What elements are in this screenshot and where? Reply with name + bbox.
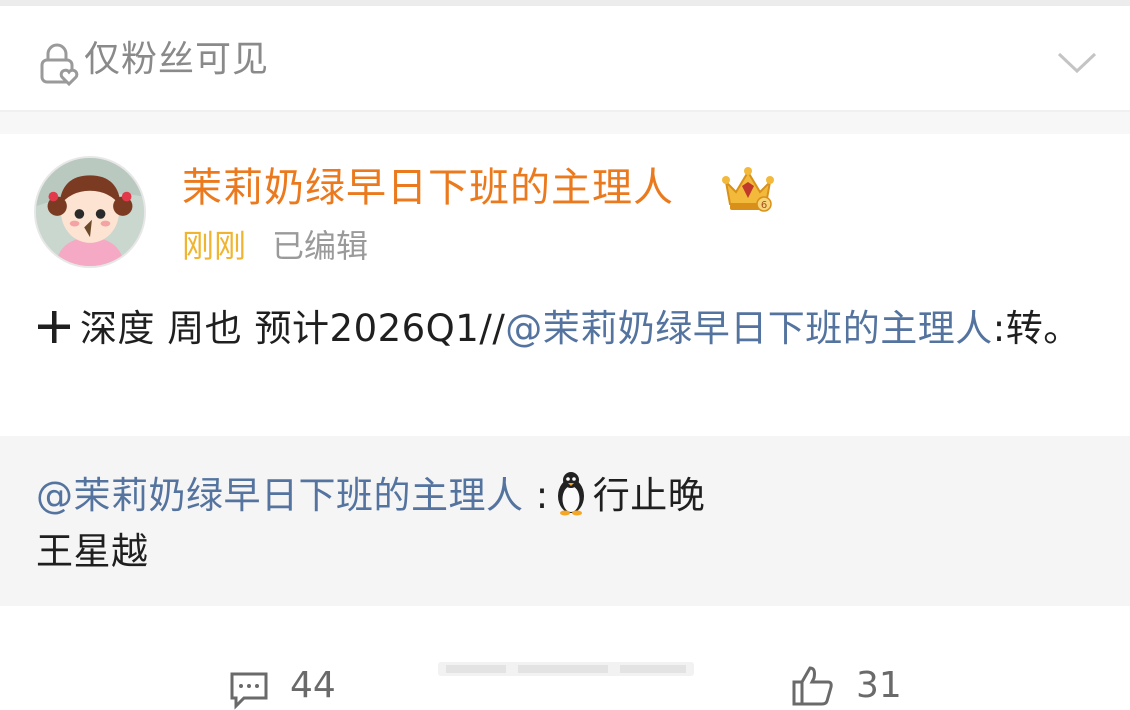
comment-count[interactable]: 44	[290, 664, 336, 708]
action-bar: 44 31	[0, 634, 1130, 710]
like-count[interactable]: 31	[856, 664, 902, 708]
content-mention[interactable]: @茉莉奶绿早日下班的主理人	[505, 307, 993, 350]
quoted-post[interactable]: @茉莉奶绿早日下班的主理人 : 行止晚 王星越	[0, 436, 1130, 606]
crown-badge-icon: 6	[722, 167, 774, 212]
lock-heart-icon	[40, 43, 79, 86]
post-card: 茉莉奶绿早日下班的主理人 6 刚刚 已编辑 深度 周也 预计2026Q1//@茉莉…	[0, 134, 1130, 710]
quote-line2: 王星越	[36, 530, 149, 573]
section-gap	[0, 112, 1130, 134]
author-name[interactable]: 茉莉奶绿早日下班的主理人	[182, 162, 674, 214]
svg-text:6: 6	[761, 200, 767, 211]
comment-icon[interactable]	[228, 670, 270, 710]
avatar[interactable]	[34, 156, 146, 268]
like-icon[interactable]	[790, 664, 836, 708]
quote-text: @茉莉奶绿早日下班的主理人 : 行止晚 王星越	[36, 468, 1096, 580]
content-tail: :转。	[992, 307, 1081, 350]
edited-label[interactable]: 已编辑	[272, 227, 368, 265]
post-content: 深度 周也 预计2026Q1//@茉莉奶绿早日下班的主理人:转。	[36, 300, 1096, 358]
chevron-down-icon[interactable]	[1056, 50, 1098, 76]
quote-mention[interactable]: @茉莉奶绿早日下班的主理人	[36, 474, 524, 517]
visibility-bar[interactable]: 仅粉丝可见	[0, 6, 1130, 112]
plus-icon	[38, 311, 70, 343]
penguin-icon	[557, 472, 584, 516]
quote-line1: 行止晚	[592, 474, 706, 517]
watermark	[438, 662, 694, 676]
post-time: 刚刚	[182, 227, 247, 265]
content-text: 深度 周也 预计2026Q1//	[80, 307, 506, 350]
post-meta: 刚刚 已编辑	[182, 224, 368, 268]
visibility-label: 仅粉丝可见	[84, 39, 270, 80]
quote-colon: :	[523, 474, 549, 517]
